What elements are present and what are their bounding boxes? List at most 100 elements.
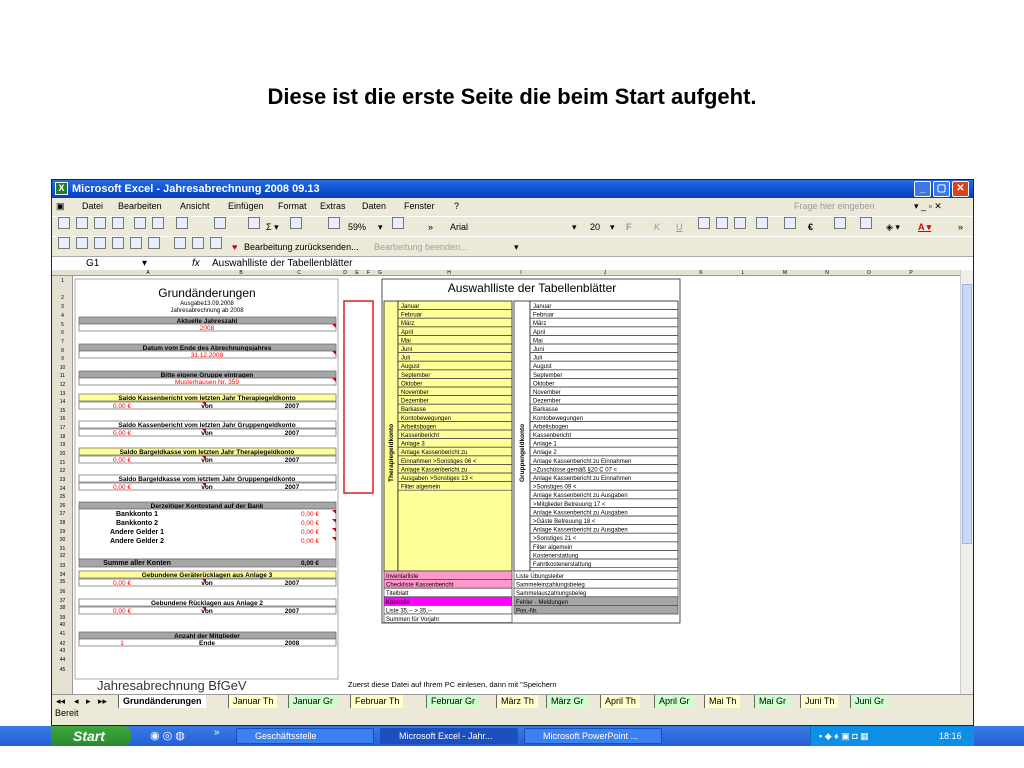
value-text: 31.12.2008 (191, 352, 224, 359)
copy-icon[interactable] (176, 217, 188, 229)
underline-icon[interactable]: U (676, 217, 683, 237)
review-icon-2[interactable] (76, 237, 88, 249)
workbook-icon[interactable]: ▣ (56, 198, 65, 215)
menu-datei[interactable]: Datei (82, 198, 103, 215)
zoom-select[interactable]: 59% (348, 217, 366, 237)
right-list-link: Filter algemein (533, 545, 572, 551)
left-list-link: März (401, 321, 414, 327)
sort-icon[interactable] (290, 217, 302, 229)
review-icon-7[interactable] (174, 237, 186, 249)
right-list-link: Arbeitsbogen (533, 424, 568, 430)
menu-bearbeiten[interactable]: Bearbeiten (118, 198, 162, 215)
left-list-link: August (401, 364, 420, 370)
print-icon[interactable] (134, 217, 146, 229)
save-icon[interactable] (94, 217, 106, 229)
left-list-link: Februar (401, 313, 422, 319)
review-icon-1[interactable] (58, 237, 70, 249)
percent-icon[interactable] (784, 217, 796, 229)
border-icon[interactable] (860, 217, 872, 229)
doc-minimize-button[interactable]: ▾ _ ▫ ✕ (914, 198, 942, 215)
quicklaunch-more-icon[interactable]: » (214, 727, 220, 738)
left-list-link: Kassenbericht (401, 433, 439, 439)
maximize-button[interactable]: ▢ (933, 181, 950, 197)
toolbar-options-icon[interactable]: » (958, 217, 963, 237)
review-icon-5[interactable] (130, 237, 142, 249)
sum-label: Summe aller Konten (103, 560, 171, 567)
permission-icon[interactable] (112, 217, 124, 229)
function-icon[interactable]: fx (192, 257, 200, 270)
right-vertical-label: Gruppengeldkonto (519, 424, 526, 482)
align-right-icon[interactable] (734, 217, 746, 229)
euro-icon[interactable]: € (808, 217, 813, 237)
toolbar-more-icon[interactable]: » (428, 217, 433, 237)
open-icon[interactable] (76, 217, 88, 229)
fill-color-icon[interactable]: ◈ ▾ (886, 217, 900, 237)
formula-input[interactable]: Auswahlliste der Tabellenblätter (212, 257, 352, 270)
task-excel[interactable]: Microsoft Excel - Jahr... (380, 728, 518, 744)
review-icon-8[interactable] (192, 237, 204, 249)
review-icon-9[interactable] (210, 237, 222, 249)
right-list-link: Kassenbericht (533, 433, 571, 439)
task-label: Microsoft Excel - Jahr... (399, 731, 493, 741)
preview-icon[interactable] (152, 217, 164, 229)
name-box-dropdown-icon[interactable]: ▾ (142, 257, 147, 270)
saldo-von-text: von (201, 484, 213, 491)
task-powerpoint[interactable]: Microsoft PowerPoint ... (524, 728, 662, 744)
left-vertical-label: Therapiegeldkonto (388, 424, 395, 482)
merge-icon[interactable] (756, 217, 768, 229)
menu-ansicht[interactable]: Ansicht (180, 198, 210, 215)
menu-einfuegen[interactable]: Einfügen (228, 198, 264, 215)
vertical-scrollbar[interactable] (960, 270, 973, 694)
new-icon[interactable] (58, 217, 70, 229)
excel-icon[interactable]: X (55, 182, 68, 195)
menu-format[interactable]: Format (278, 198, 307, 215)
align-center-icon[interactable] (716, 217, 728, 229)
saldo-year-text: 2007 (285, 457, 300, 464)
tray-icons[interactable]: ▪ ◆ ♦ ▣ ◘ ▦ (819, 726, 869, 746)
worksheet-grid[interactable]: A B C D E F G H I J K L M N O P 12345678… (52, 270, 960, 694)
menu-fenster[interactable]: Fenster (404, 198, 435, 215)
saldo-value-text: 0,00 € (113, 580, 131, 587)
right-list-link: Kostenerstattung (533, 553, 578, 559)
scroll-thumb[interactable] (962, 284, 972, 544)
review-icon-4[interactable] (112, 237, 124, 249)
ask-question-field[interactable]: Frage hier eingeben (794, 198, 875, 215)
menu-daten[interactable]: Daten (362, 198, 386, 215)
saldo-value-text: 0,00 € (113, 430, 131, 437)
saldo-value-text: 0,00 € (113, 403, 131, 410)
bottom-left-link: Inventarliste (386, 574, 419, 580)
indent-icon[interactable] (834, 217, 846, 229)
reply-changes-button[interactable]: Bearbeitung zurücksenden... (244, 237, 359, 257)
name-box[interactable]: G1 (86, 257, 99, 270)
chart-icon[interactable] (328, 217, 340, 229)
autosum-icon[interactable]: Σ ▾ (266, 217, 279, 237)
font-size-select[interactable]: 20 (590, 217, 600, 237)
quicklaunch-icons[interactable]: ◉ ◎ ◍ (150, 729, 185, 742)
review-icon-6[interactable] (148, 237, 160, 249)
align-left-icon[interactable] (698, 217, 710, 229)
left-list-link: Arbeitsbogen (401, 424, 436, 430)
left-list-link: Juli (401, 356, 410, 362)
zoom-dropdown-icon[interactable]: ▾ (378, 217, 383, 237)
font-color-icon[interactable]: A ▾ (918, 217, 931, 237)
bold-icon[interactable]: F (626, 217, 632, 237)
menu-help[interactable]: ? (454, 198, 459, 215)
task-geschaeftsstelle[interactable]: Geschäftsstelle (236, 728, 374, 744)
undo-icon[interactable] (214, 217, 226, 229)
review-toolbar-options-icon[interactable]: ▾ (514, 237, 519, 257)
saldo-header-text: Saldo Kassenbericht vom letzten Jahr The… (118, 395, 295, 402)
minimize-button[interactable]: _ (914, 181, 931, 197)
start-button[interactable]: Start (51, 726, 131, 746)
menu-extras[interactable]: Extras (320, 198, 346, 215)
end-review-button[interactable]: Bearbeitung beenden... (374, 237, 468, 257)
start-label: Start (73, 728, 105, 744)
review-icon-3[interactable] (94, 237, 106, 249)
close-button[interactable]: ✕ (952, 181, 969, 197)
font-size-dropdown-icon[interactable]: ▾ (610, 217, 615, 237)
italic-icon[interactable]: K (654, 217, 660, 237)
right-list-link: Juni (533, 347, 544, 353)
font-dropdown-icon[interactable]: ▾ (572, 217, 577, 237)
hyperlink-icon[interactable] (248, 217, 260, 229)
font-select[interactable]: Arial (450, 217, 468, 237)
help-icon[interactable] (392, 217, 404, 229)
